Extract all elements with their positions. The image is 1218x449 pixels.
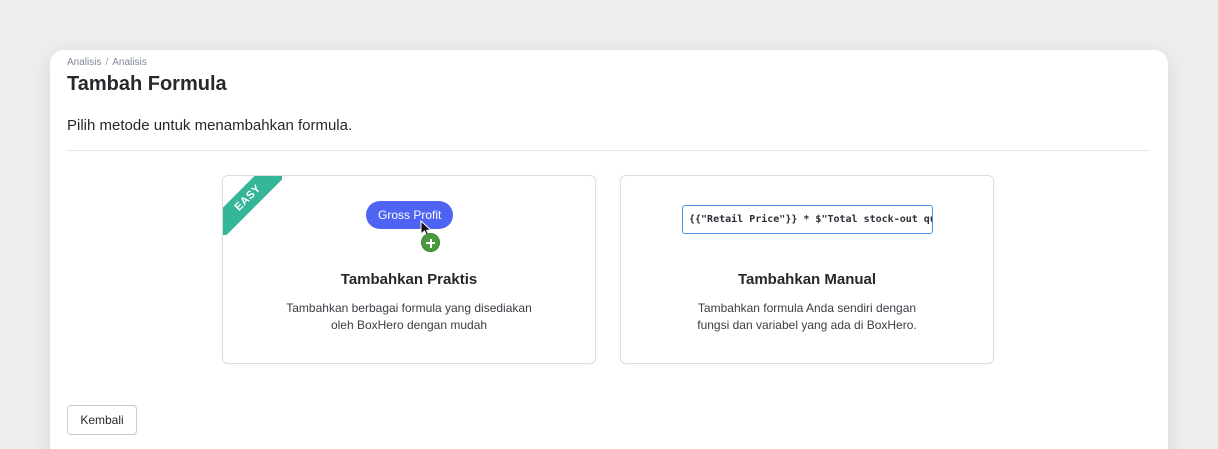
gross-profit-pill: Gross Profit	[366, 201, 454, 229]
card-title-practical: Tambahkan Praktis	[340, 271, 478, 288]
back-button[interactable]: Kembali	[67, 405, 137, 435]
card-description-line: Tambahkan berbagai formula yang disediak…	[286, 301, 532, 315]
formula-preview-text: {{"Retail Price"}} * $"Total stock-out q…	[689, 214, 932, 225]
breadcrumb: Analisis / Analisis	[67, 57, 147, 68]
easy-ribbon: EASY	[223, 176, 282, 235]
add-practical-card[interactable]: EASY Gross Profit Tambahkan Praktis Tamb…	[222, 175, 596, 364]
page-instruction: Pilih metode untuk menambahkan formula.	[67, 117, 353, 134]
main-panel: Analisis / Analisis Tambah Formula Pilih m…	[50, 50, 1168, 449]
card-description-line: Tambahkan formula Anda sendiri dengan	[697, 301, 917, 315]
card-description-manual: Tambahkan formula Anda sendiri dengan fu…	[621, 300, 993, 334]
add-manual-card[interactable]: {{"Retail Price"}} * $"Total stock-out q…	[620, 175, 994, 364]
section-divider	[67, 150, 1149, 151]
card-description-line: fungsi dan variabel yang ada di BoxHero.	[697, 318, 917, 332]
breadcrumb-item-analisis-2[interactable]: Analisis	[112, 57, 146, 68]
breadcrumb-separator: /	[105, 57, 109, 68]
breadcrumb-item-analisis-1[interactable]: Analisis	[67, 57, 101, 68]
plus-circle-icon	[421, 233, 440, 252]
page-title: Tambah Formula	[67, 73, 227, 95]
card-description-line: oleh BoxHero dengan mudah	[330, 318, 488, 332]
easy-badge: EASY	[223, 176, 282, 235]
formula-preview-input: {{"Retail Price"}} * $"Total stock-out q…	[682, 205, 933, 234]
card-description-practical: Tambahkan berbagai formula yang disediak…	[223, 300, 595, 334]
card-title-manual: Tambahkan Manual	[737, 271, 877, 288]
